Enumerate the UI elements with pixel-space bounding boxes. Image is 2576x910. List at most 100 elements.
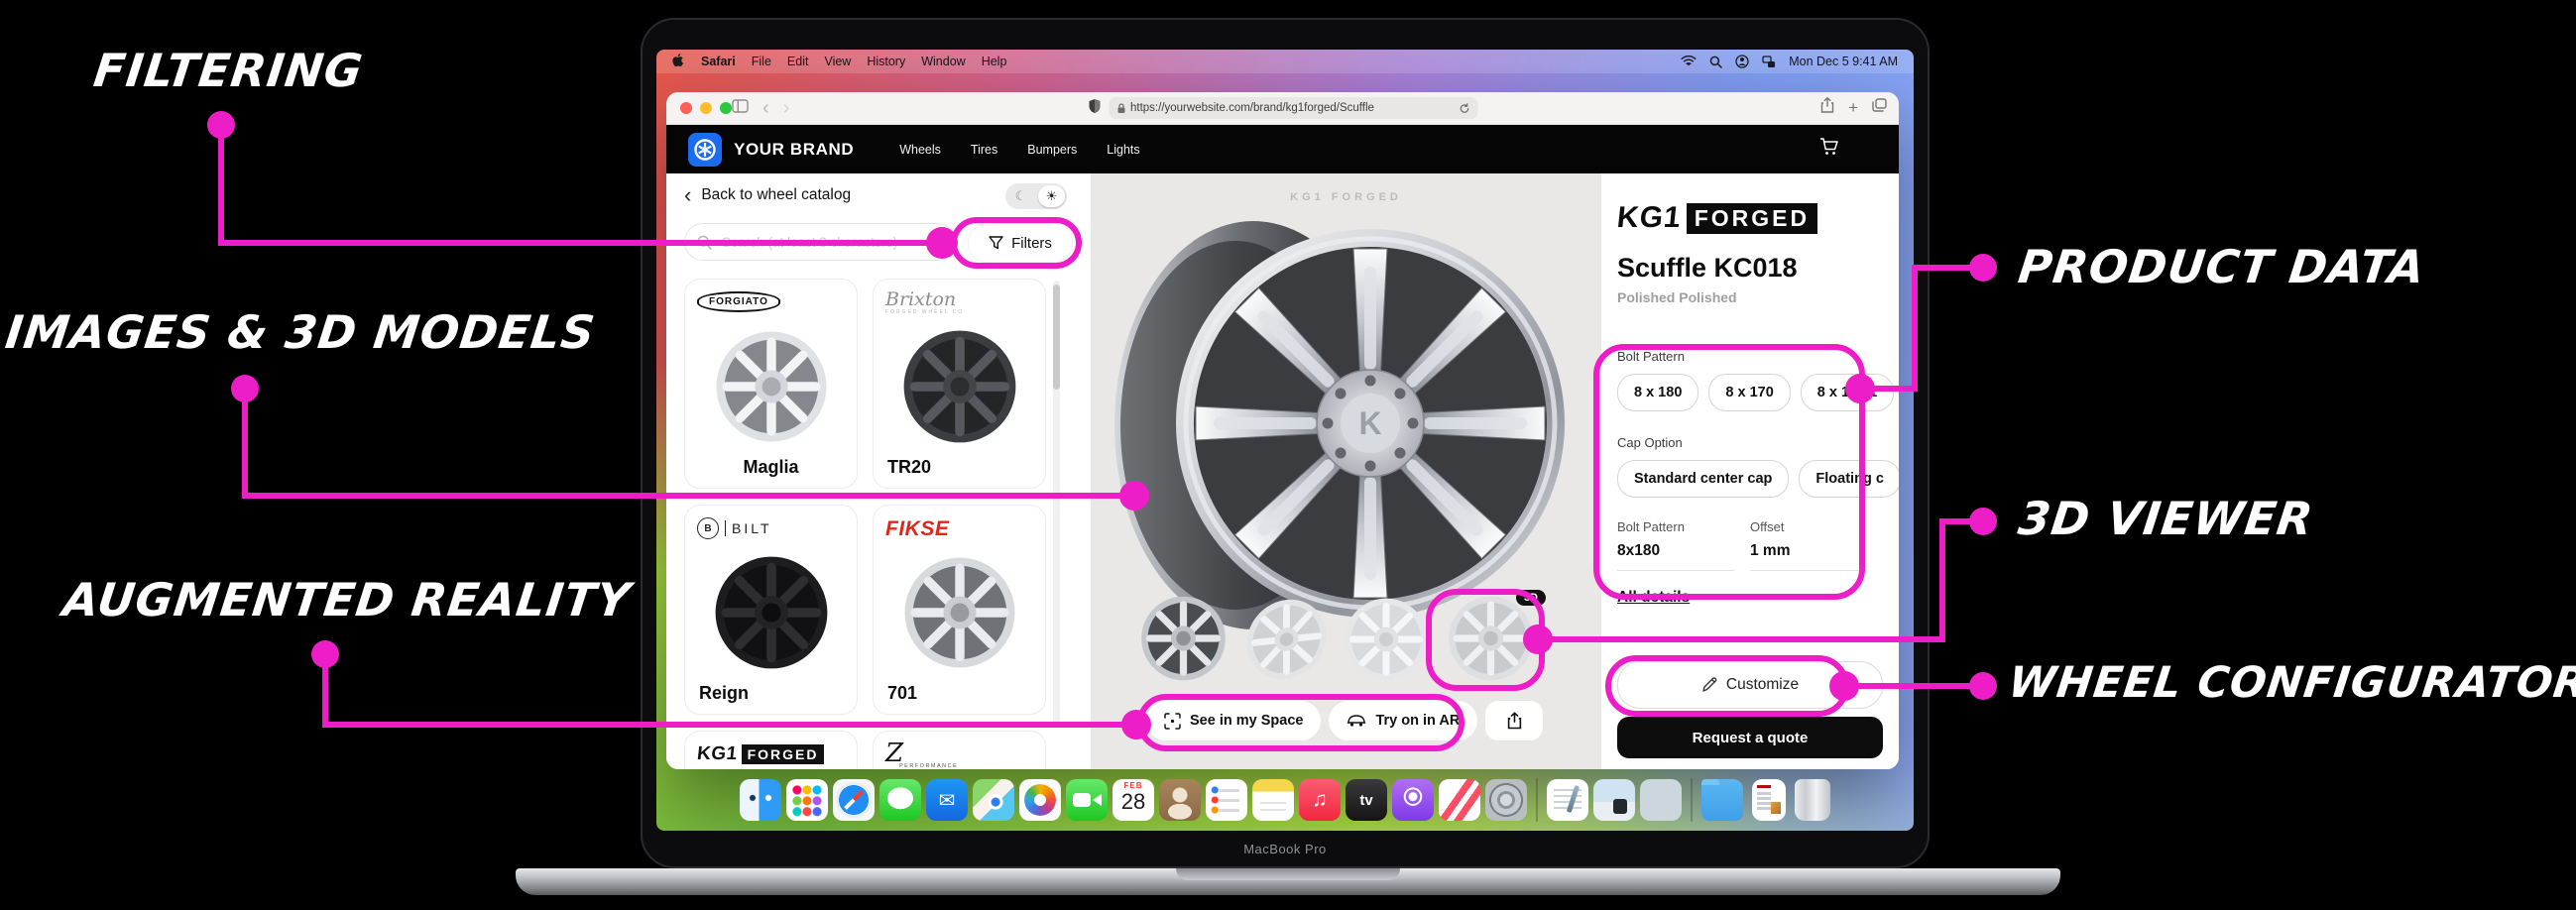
product-card-701[interactable]: FIKSE 701 — [873, 505, 1046, 715]
dock-icon-facetime[interactable] — [1066, 779, 1108, 821]
dock-icon-messages[interactable] — [879, 779, 921, 821]
menu-item-window[interactable]: Window — [921, 55, 965, 68]
menu-item-edit[interactable]: Edit — [787, 55, 809, 68]
all-details-link[interactable]: All details — [1617, 589, 1690, 607]
minimize-window-button[interactable] — [700, 102, 712, 114]
bilt-wordmark: BILT — [725, 520, 772, 536]
nav-item-tires[interactable]: Tires — [971, 143, 997, 157]
filters-button[interactable]: Filters — [968, 223, 1073, 263]
forward-button[interactable]: › — [783, 96, 790, 120]
control-center-icon[interactable] — [1735, 55, 1749, 68]
search-field[interactable] — [684, 223, 956, 261]
spec-bolt-pattern-label: Bolt Pattern — [1617, 519, 1750, 534]
dock-icon-trash[interactable] — [1795, 779, 1830, 821]
dark-mode-moon-icon[interactable]: ☾ — [1005, 188, 1036, 204]
thumbnail-1[interactable] — [1136, 594, 1230, 688]
sidebar-toggle-icon[interactable] — [732, 99, 749, 118]
see-in-my-space-button[interactable]: See in my Space — [1146, 701, 1321, 740]
dock-icon-contacts[interactable] — [1159, 779, 1201, 821]
menu-bar-clock[interactable]: Mon Dec 5 9:41 AM — [1789, 55, 1898, 68]
menu-item-safari[interactable]: Safari — [701, 55, 736, 68]
dock-icon-settings[interactable] — [1485, 779, 1527, 821]
dock-icon-music[interactable]: ♫ — [1299, 779, 1341, 821]
dock-icon-launchpad[interactable] — [786, 779, 828, 821]
cart-icon[interactable] — [1819, 137, 1839, 162]
apple-logo-icon[interactable] — [672, 53, 685, 70]
product-card-kg1[interactable]: KG1 FORGED — [684, 731, 858, 769]
annotation-augmented-reality: AUGMENTED REALITY — [60, 573, 635, 626]
theme-toggle[interactable]: ☾ ☀ — [1005, 183, 1067, 209]
privacy-shield-icon[interactable] — [1088, 98, 1101, 119]
site-header: YOUR BRAND Wheels Tires Bumpers Lights — [666, 125, 1899, 173]
dock-icon-photos[interactable] — [1019, 779, 1061, 821]
tab-overview-icon[interactable] — [1872, 98, 1887, 117]
dock-icon-calendar[interactable]: FEB 28 — [1112, 779, 1154, 821]
back-to-catalog-link[interactable]: ‹ Back to wheel catalog — [684, 185, 851, 205]
new-tab-icon[interactable]: + — [1848, 98, 1858, 118]
product-card-reign[interactable]: B BILT Reign — [684, 505, 858, 715]
displays-icon[interactable] — [1762, 56, 1776, 68]
dock-icon-preview[interactable] — [1593, 779, 1635, 821]
dock-icon-podcasts[interactable] — [1392, 779, 1434, 821]
product-card-maglia[interactable]: FORGIATO Maglia — [684, 279, 858, 489]
customize-button[interactable]: Customize — [1617, 661, 1883, 709]
share-icon[interactable] — [1820, 97, 1834, 118]
product-card-z[interactable]: Z PERFORMANCE — [873, 731, 1046, 769]
brand-logo-brixton-sub: FORGED WHEEL CO — [885, 309, 1033, 315]
reload-icon[interactable] — [1459, 103, 1469, 114]
dock-icon-mail[interactable]: ✉ — [926, 779, 968, 821]
thumbnail-3[interactable] — [1343, 596, 1430, 688]
menu-item-history[interactable]: History — [867, 55, 905, 68]
wifi-icon[interactable] — [1681, 56, 1697, 67]
dock-icon-textedit[interactable] — [1547, 779, 1588, 821]
thumbnail-4-3d[interactable]: 3D — [1444, 594, 1538, 688]
try-on-in-ar-button[interactable]: Try on in AR — [1329, 701, 1477, 740]
wheel-viewer[interactable]: KG1 FORGED — [1091, 173, 1601, 769]
hub-cap-letter: K — [1358, 405, 1381, 441]
thumbnail-2[interactable] — [1244, 596, 1329, 688]
product-name: 701 — [887, 683, 917, 704]
brand-name[interactable]: YOUR BRAND — [734, 140, 854, 160]
address-bar[interactable]: https://yourwebsite.com/brand/kg1forged/… — [1109, 97, 1477, 119]
light-mode-sun-icon[interactable]: ☀ — [1038, 185, 1065, 207]
nav-item-lights[interactable]: Lights — [1107, 143, 1139, 157]
page: Safari File Edit View History Window Hel… — [0, 0, 2576, 910]
bolt-pattern-option-1[interactable]: 8 x 180 — [1617, 374, 1698, 411]
url-text: https://yourwebsite.com/brand/kg1forged/… — [1130, 102, 1454, 114]
catalog-sidebar: ‹ Back to wheel catalog ☾ ☀ — [666, 173, 1091, 769]
search-input[interactable] — [720, 234, 943, 251]
main-wheel-image[interactable]: K — [1105, 199, 1582, 643]
back-button[interactable]: ‹ — [762, 96, 769, 120]
see-in-my-space-label: See in my Space — [1190, 713, 1303, 729]
dock-icon-safari[interactable] — [833, 779, 875, 821]
request-quote-button[interactable]: Request a quote — [1617, 717, 1883, 758]
dock-icon-folder[interactable] — [1701, 779, 1743, 821]
dock-icon-app[interactable] — [1640, 779, 1682, 821]
sidebar-scrollbar-thumb[interactable] — [1053, 284, 1060, 390]
wheel-image — [883, 549, 1035, 676]
dock-icon-notes[interactable] — [1252, 779, 1294, 821]
dock-icon-reminders[interactable] — [1206, 779, 1247, 821]
bolt-pattern-option-2[interactable]: 8 x 170 — [1708, 374, 1790, 411]
dock-icon-document[interactable] — [1752, 779, 1786, 821]
cap-option-1[interactable]: Standard center cap — [1617, 460, 1789, 498]
zoom-window-button[interactable] — [720, 102, 732, 114]
cap-option-2[interactable]: Floating c — [1799, 460, 1899, 498]
viewer-share-button[interactable] — [1485, 701, 1543, 740]
menu-item-view[interactable]: View — [824, 55, 851, 68]
brand-logo-kg1-forged: KG1 FORGED — [697, 743, 845, 765]
dock-icon-maps[interactable] — [973, 779, 1014, 821]
nav-item-bumpers[interactable]: Bumpers — [1027, 143, 1077, 157]
dock-icon-tv[interactable]: tv — [1346, 779, 1387, 821]
nav-item-wheels[interactable]: Wheels — [899, 143, 941, 157]
search-icon[interactable] — [1709, 56, 1722, 68]
menu-item-help[interactable]: Help — [982, 55, 1007, 68]
close-window-button[interactable] — [680, 102, 692, 114]
dock-icon-news[interactable] — [1439, 779, 1480, 821]
brand-logo-icon[interactable] — [688, 133, 722, 167]
menu-item-file[interactable]: File — [752, 55, 771, 68]
dock-icon-finder[interactable] — [740, 779, 781, 821]
wheel-image — [695, 549, 847, 676]
product-card-tr20[interactable]: Brixton FORGED WHEEL CO TR20 — [873, 279, 1046, 489]
bolt-pattern-option-3[interactable]: 8 x 165.1 — [1801, 374, 1894, 411]
